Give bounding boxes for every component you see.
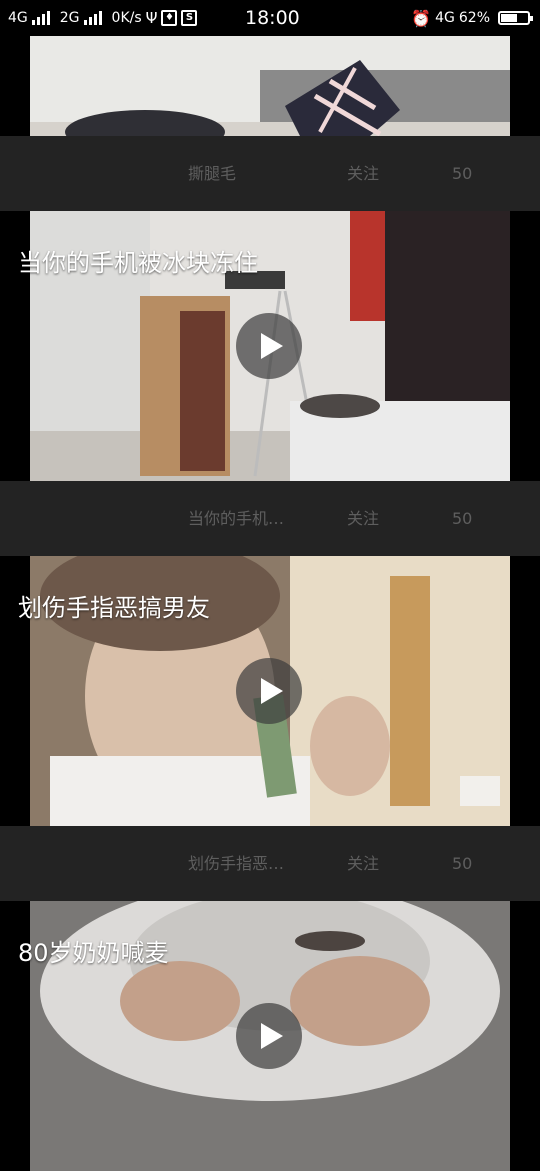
signal-icon — [31, 11, 50, 25]
follow-button[interactable]: 关注 — [347, 136, 379, 211]
play-count: 50 — [452, 164, 473, 183]
app-notification-icon: ♦ — [161, 10, 178, 26]
status-right: ⏰ 4G 62% — [411, 0, 533, 36]
video-card[interactable]: 当你的手机被冰块冻住 当你的手机… 关注 50 — [0, 211, 540, 556]
video-card[interactable]: 划伤手指恶搞男友 划伤手指恶… 关注 50 — [0, 556, 540, 901]
network-type-2: 2G — [59, 10, 80, 26]
video-bar-title[interactable]: 划伤手指恶… — [188, 826, 284, 901]
video-info-bar: 当你的手机… 关注 50 — [0, 481, 540, 556]
battery-icon — [498, 11, 533, 25]
battery-percent: 62% — [458, 10, 490, 26]
video-info-bar: 划伤手指恶… 关注 50 — [0, 826, 540, 901]
play-button[interactable] — [236, 313, 302, 379]
play-icon — [261, 333, 283, 359]
play-count: 50 — [452, 854, 473, 873]
video-bar-title[interactable]: 撕腿毛 — [188, 136, 236, 211]
status-left: 4G 2G 0K/s Ψ ♦ S — [8, 0, 198, 36]
network-speed: 0K/s — [111, 10, 142, 26]
video-title[interactable]: 当你的手机被冰块冻住 — [18, 243, 258, 278]
video-thumbnail[interactable] — [30, 36, 510, 136]
follow-button[interactable]: 关注 — [347, 826, 379, 901]
video-bar-title[interactable]: 当你的手机… — [188, 481, 284, 556]
video-info-bar: 撕腿毛 关注 50 — [0, 136, 540, 211]
thumbnail-image — [30, 36, 510, 136]
play-count: 50 — [452, 509, 473, 528]
play-icon — [261, 1023, 283, 1049]
video-card[interactable]: 80岁奶奶喊麦 — [0, 901, 540, 1171]
video-title[interactable]: 划伤手指恶搞男友 — [18, 588, 210, 623]
video-card[interactable]: 撕腿毛 关注 50 — [0, 36, 540, 211]
network-type-3: 4G — [435, 10, 455, 26]
video-feed[interactable]: 撕腿毛 关注 50 当你的手机被冰块冻住 当你的手机… 关注 50 划伤手指恶搞… — [0, 36, 540, 1171]
video-title[interactable]: 80岁奶奶喊麦 — [18, 933, 169, 968]
clock: 18:00 — [245, 7, 300, 29]
play-button[interactable] — [236, 658, 302, 724]
status-bar: 4G 2G 0K/s Ψ ♦ S 18:00 ⏰ 4G 62% — [0, 0, 540, 36]
alarm-icon: ⏰ — [411, 8, 432, 28]
battery-fill — [501, 14, 518, 22]
network-type-1: 4G — [8, 10, 28, 26]
play-button[interactable] — [236, 1003, 302, 1069]
signal-icon — [83, 11, 102, 25]
s-app-icon: S — [181, 10, 198, 26]
follow-button[interactable]: 关注 — [347, 481, 379, 556]
play-icon — [261, 678, 283, 704]
usb-icon: Ψ — [145, 9, 158, 27]
